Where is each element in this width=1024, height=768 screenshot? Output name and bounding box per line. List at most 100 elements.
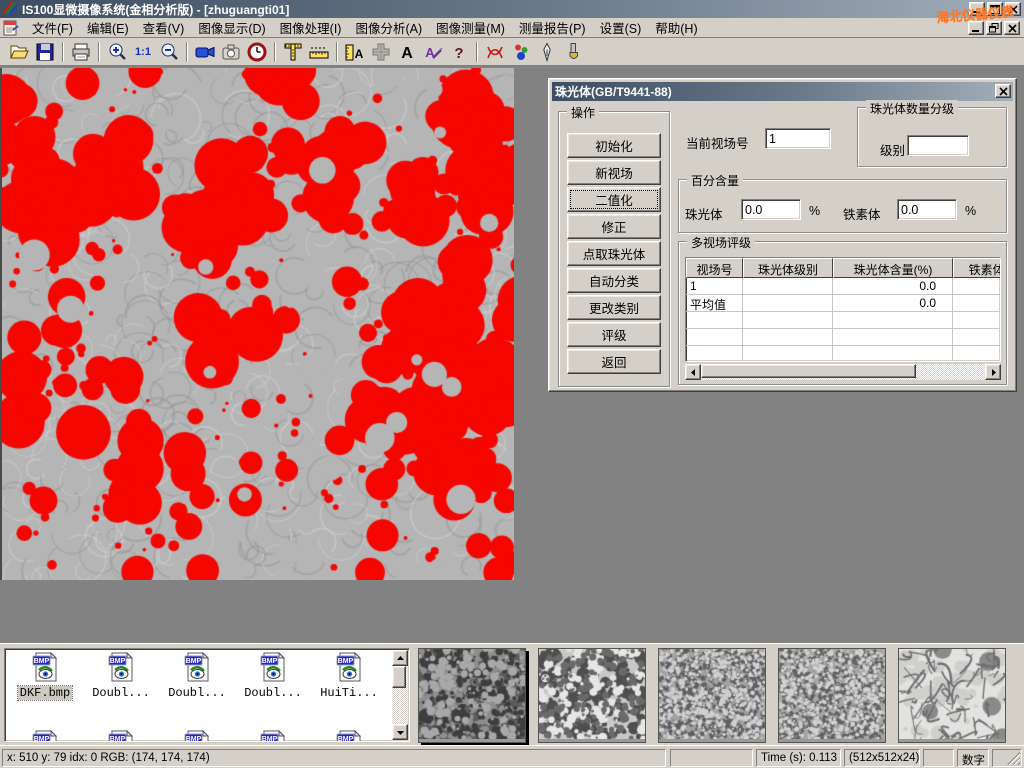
svg-text:BMP: BMP (109, 736, 125, 742)
zoom-1to1-button[interactable]: 1:1 (130, 40, 156, 64)
thumbnail-5[interactable] (898, 648, 1006, 743)
op-button-3[interactable]: 二值化 (567, 187, 661, 212)
file-item[interactable]: BMP DKF.bmp (7, 652, 83, 700)
op-button-6[interactable]: 自动分类 (567, 268, 661, 293)
toolbar-separator (476, 42, 478, 62)
thumbnail-1[interactable] (418, 648, 526, 743)
file-item[interactable]: BMPDoubl... (83, 652, 159, 700)
ruler-button[interactable] (306, 40, 332, 64)
print-button[interactable] (68, 40, 94, 64)
file-browser[interactable]: BMPDKF.bmpBMPDoubl...BMPDoubl...BMPDoubl… (4, 648, 410, 742)
file-name[interactable]: DKF.bmp (18, 686, 72, 700)
file-name[interactable]: Doubl... (166, 686, 228, 700)
menu-item[interactable]: 图像测量(M) (429, 16, 512, 39)
brush-tool-button[interactable] (560, 40, 586, 64)
timer-button[interactable] (244, 40, 270, 64)
current-field-input[interactable] (765, 128, 831, 149)
scroll-up-icon[interactable] (392, 650, 408, 666)
minimize-button[interactable] (969, 2, 985, 16)
pen-tool-button[interactable] (534, 40, 560, 64)
scroll-down-icon[interactable] (392, 724, 408, 740)
grid-button[interactable] (368, 40, 394, 64)
file-item[interactable]: BMP (311, 730, 387, 742)
scroll-left-icon[interactable] (685, 364, 701, 380)
menu-item[interactable]: 测量报告(P) (512, 16, 593, 39)
thumbnail-3[interactable] (658, 648, 766, 743)
thumbnail-4[interactable] (778, 648, 886, 743)
menu-item[interactable]: 图像显示(D) (191, 16, 272, 39)
mdi-minimize-button[interactable] (968, 21, 984, 35)
text-label-button[interactable]: A (394, 40, 420, 64)
op-button-8[interactable]: 评级 (567, 322, 661, 347)
zoom-out-button[interactable] (156, 40, 182, 64)
file-item[interactable]: BMPDoubl... (159, 652, 235, 700)
file-name[interactable]: Doubl... (242, 686, 304, 700)
op-button-1[interactable]: 初始化 (567, 133, 661, 158)
annotate-button[interactable]: A (420, 40, 446, 64)
dialog-title-bar[interactable]: 珠光体(GB/T9441-88) (552, 82, 1013, 101)
op-button-2[interactable]: 新视场 (567, 160, 661, 185)
menu-item[interactable]: 设置(S) (593, 16, 649, 39)
table-horizontal-scrollbar[interactable] (685, 364, 1001, 380)
rating-table[interactable]: 视场号珠光体级别珠光体含量(%)铁素体含量(%)10.0平均值0.0 (685, 257, 1001, 362)
scroll-right-icon[interactable] (985, 364, 1001, 380)
mdi-close-button[interactable] (1004, 21, 1020, 35)
pearlite-percent-input[interactable] (741, 199, 801, 220)
file-item[interactable]: BMP (159, 730, 235, 742)
ferrite-percent-input[interactable] (897, 199, 957, 220)
op-button-5[interactable]: 点取珠光体 (567, 241, 661, 266)
op-button-7[interactable]: 更改类别 (567, 295, 661, 320)
curve-tool-button[interactable] (482, 40, 508, 64)
window-title: IS100显微摄像系统(金相分析版) - [zhuguangti01] (22, 1, 289, 18)
table-row[interactable]: 平均值0.0 (686, 295, 1000, 312)
file-item[interactable]: BMP (235, 730, 311, 742)
mdi-restore-button[interactable] (986, 21, 1002, 35)
zoom-in-button[interactable] (104, 40, 130, 64)
help-button[interactable]: ? (446, 40, 472, 64)
table-row[interactable] (686, 329, 1000, 346)
svg-text:BMP: BMP (33, 658, 49, 665)
menu-item[interactable]: 查看(V) (136, 16, 192, 39)
caliper-button[interactable] (280, 40, 306, 64)
column-header[interactable]: 视场号 (686, 258, 743, 278)
op-button-4[interactable]: 修正 (567, 214, 661, 239)
measure-text-button[interactable]: A (342, 40, 368, 64)
table-row[interactable] (686, 312, 1000, 329)
current-field-label: 当前视场号 (686, 133, 749, 152)
menu-item[interactable]: 图像处理(I) (273, 16, 349, 39)
scrollbar-thumb[interactable] (701, 364, 916, 378)
thumbnail-2[interactable] (538, 648, 646, 743)
column-header[interactable]: 铁素体含量(%) (953, 258, 1001, 278)
op-button-9[interactable]: 返回 (567, 349, 661, 374)
file-item[interactable]: BMP (7, 730, 83, 742)
count-points-button[interactable] (508, 40, 534, 64)
svg-text:BMP: BMP (261, 658, 277, 665)
ferrite-label: 铁素体 (843, 204, 881, 223)
file-name[interactable]: Doubl... (90, 686, 152, 700)
file-list-scrollbar[interactable] (392, 650, 408, 740)
menu-item[interactable]: 图像分析(A) (348, 16, 429, 39)
save-button[interactable] (32, 40, 58, 64)
document-icon (3, 20, 21, 36)
percent-group: 百分含量 珠光体 % 铁素体 % (678, 179, 1007, 233)
dialog-close-icon[interactable] (995, 84, 1011, 98)
level-input[interactable] (907, 135, 969, 156)
video-camera-button[interactable] (192, 40, 218, 64)
resize-grip[interactable] (1007, 752, 1020, 765)
file-item[interactable]: BMP Doubl... (235, 652, 311, 700)
file-item[interactable]: BMPHuiTi... (311, 652, 387, 700)
maximize-button[interactable] (987, 2, 1003, 16)
column-header[interactable]: 珠光体含量(%) (833, 258, 953, 278)
metallographic-image[interactable] (2, 68, 514, 580)
table-row[interactable] (686, 346, 1000, 362)
capture-button[interactable] (218, 40, 244, 64)
file-item[interactable]: BMP (83, 730, 159, 742)
file-name[interactable]: HuiTi... (318, 686, 380, 700)
open-file-button[interactable] (6, 40, 32, 64)
table-row[interactable]: 10.0 (686, 278, 1000, 295)
menu-item[interactable]: 编辑(E) (80, 16, 136, 39)
column-header[interactable]: 珠光体级别 (743, 258, 833, 278)
menu-item[interactable]: 文件(F) (25, 16, 80, 39)
close-button[interactable] (1005, 2, 1021, 16)
menu-item[interactable]: 帮助(H) (648, 16, 704, 39)
